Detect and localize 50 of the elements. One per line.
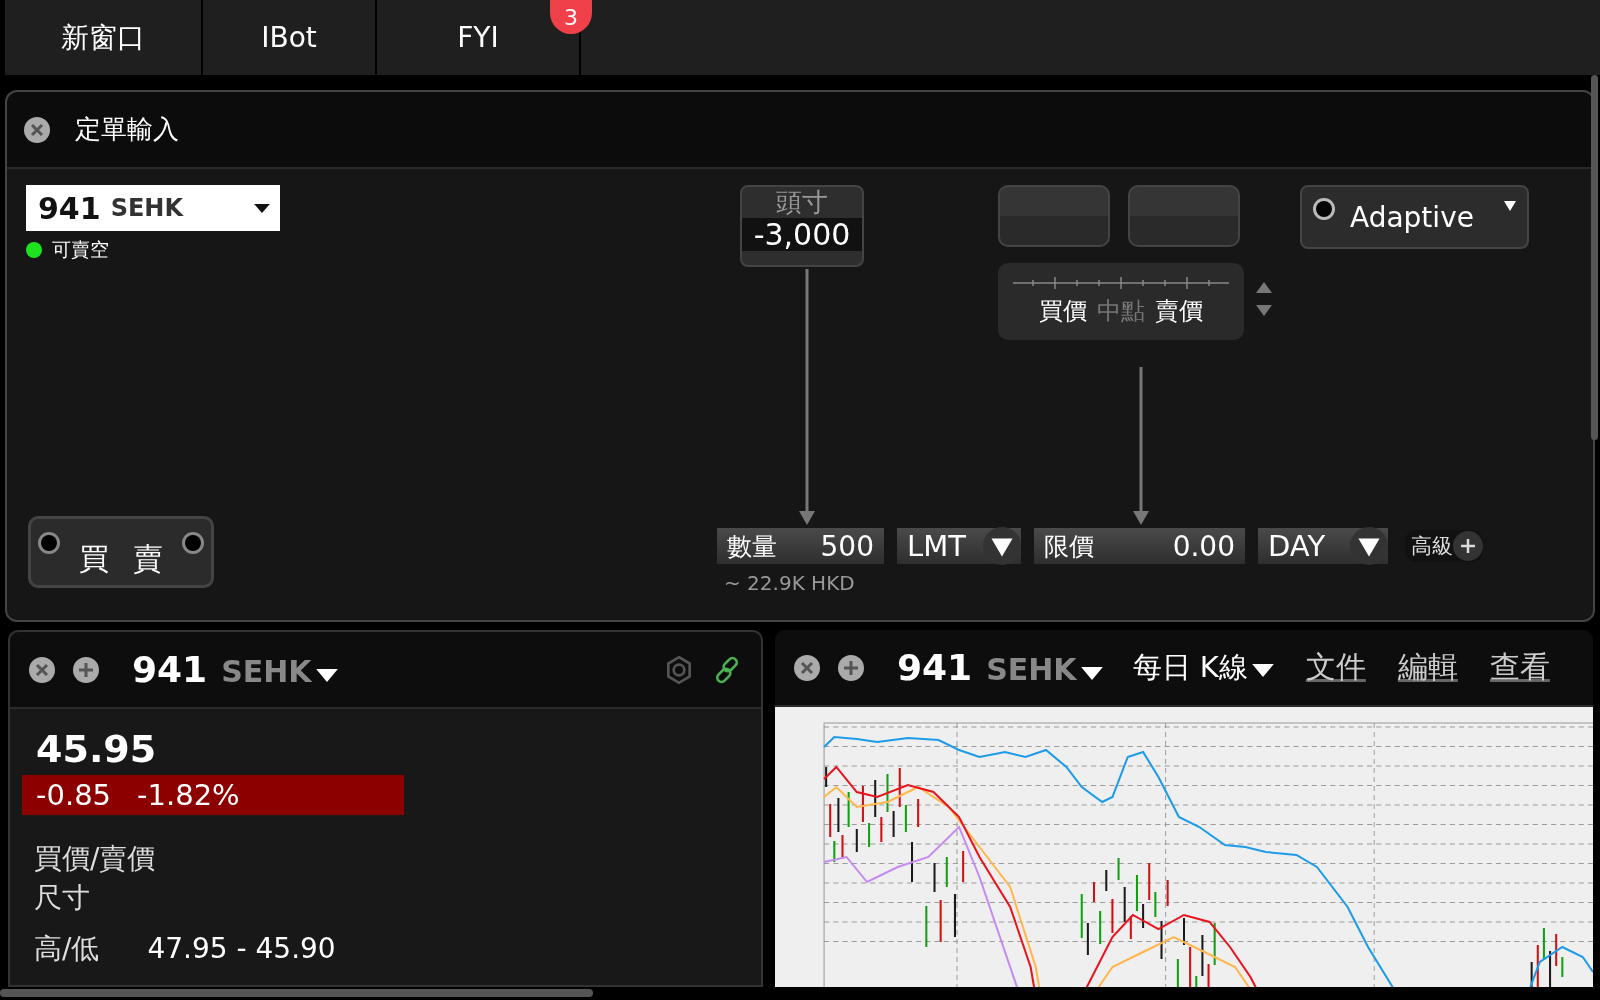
time-in-force-dropdown[interactable]: DAY <box>1258 528 1388 564</box>
radio-icon <box>1312 197 1336 221</box>
position-label: 頭寸 <box>776 187 828 219</box>
caret-icon <box>1251 663 1274 677</box>
notional-value: ~ 22.9K HKD <box>724 571 855 595</box>
order-type-dropdown[interactable]: LMT <box>897 528 1021 564</box>
limit-price-field[interactable]: 限價 0.00 <box>1034 528 1245 564</box>
close-icon[interactable] <box>793 653 821 682</box>
price-option[interactable]: 賣價 <box>1155 295 1203 327</box>
symbol-selector[interactable]: 941 SEHK <box>897 647 1103 688</box>
scrollbar-thumb[interactable] <box>0 989 593 997</box>
menu-item[interactable]: 編輯 <box>1397 647 1458 688</box>
field-label: 尺寸 <box>34 880 90 917</box>
caret-icon <box>254 203 270 213</box>
window-tab[interactable]: 新窗口 <box>5 0 203 75</box>
price-option[interactable]: 買價 <box>1039 295 1087 327</box>
radio-icon <box>181 531 205 555</box>
field-value: 47.95 - 45.90 <box>147 931 336 968</box>
close-icon[interactable] <box>23 115 51 144</box>
field-label: 買價/賣價 <box>34 841 156 877</box>
symbol-field[interactable]: 941 SEHK <box>26 185 280 231</box>
caret-icon <box>315 669 338 682</box>
add-icon[interactable] <box>837 653 865 682</box>
field-label: 高/低 <box>34 931 100 968</box>
add-icon[interactable] <box>72 655 100 684</box>
algo-dropdown[interactable]: Adaptive <box>1300 185 1529 249</box>
change-bar: -0.85 -1.82% <box>22 775 404 815</box>
caret-icon <box>1350 527 1388 565</box>
caret-icon <box>1503 199 1517 213</box>
shortable-label: 可賣空 <box>52 237 109 262</box>
advanced-button[interactable]: 高級 <box>1405 530 1483 562</box>
quantity-field[interactable]: 數量 500 <box>717 528 884 564</box>
scrollbar-thumb[interactable] <box>1591 75 1598 440</box>
caret-icon <box>983 527 1021 565</box>
position-value: -3,000 <box>742 218 862 252</box>
radio-icon <box>37 531 61 555</box>
scale-ruler-icon <box>1011 275 1231 289</box>
last-price: 45.95 <box>35 727 158 771</box>
symbol-selector[interactable]: 941 SEHK <box>132 649 338 690</box>
close-icon[interactable] <box>28 655 56 684</box>
caret-icon <box>1080 667 1103 680</box>
period-selector[interactable]: 每日 K線 <box>1132 647 1274 688</box>
price-scale[interactable]: 買價 中點 賣價 <box>998 263 1244 340</box>
menu-item[interactable]: 文件 <box>1305 647 1366 688</box>
buy-sell-toggle[interactable]: 買 賣 <box>28 516 214 588</box>
notification-badge: 3 <box>550 0 592 34</box>
window-tab[interactable]: IBot <box>203 0 377 75</box>
plus-icon <box>1453 531 1483 561</box>
menu-item[interactable]: 查看 <box>1489 647 1550 688</box>
panel-title: 定單輸入 <box>75 113 179 146</box>
